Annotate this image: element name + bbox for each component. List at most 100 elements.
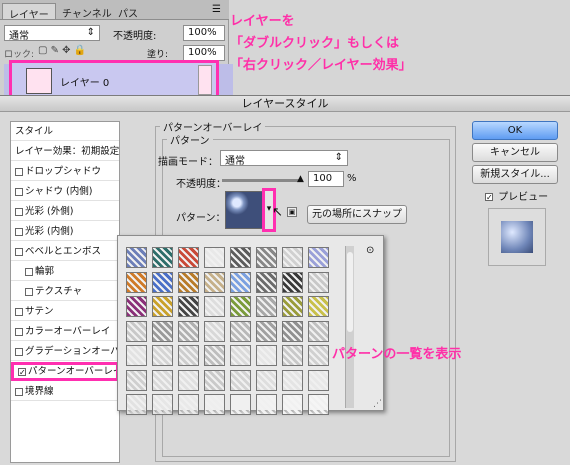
panel-menu-icon[interactable]: ☰ bbox=[212, 4, 221, 15]
dialog-blend-select[interactable]: 通常 ⇕ bbox=[220, 150, 348, 167]
pattern-swatch-item[interactable] bbox=[282, 369, 303, 391]
sidebar-item[interactable]: レイヤー効果：初期設定 bbox=[11, 142, 119, 161]
sidebar-checkbox[interactable] bbox=[15, 167, 23, 176]
pattern-swatch-item[interactable] bbox=[152, 345, 173, 366]
sidebar-item[interactable]: テクスチャ bbox=[11, 282, 119, 301]
tab-channels[interactable]: チャンネル bbox=[56, 3, 118, 20]
sidebar-checkbox[interactable] bbox=[15, 307, 23, 316]
pattern-swatch-item[interactable] bbox=[308, 345, 329, 366]
pattern-swatch-item[interactable] bbox=[204, 345, 225, 366]
sidebar-checkbox[interactable] bbox=[15, 387, 23, 396]
sidebar-item[interactable]: ベベルとエンボス bbox=[11, 242, 119, 261]
new-preset-icon[interactable]: ▣ bbox=[287, 207, 297, 217]
pattern-swatch-item[interactable] bbox=[126, 271, 147, 293]
sidebar-item[interactable]: スタイル bbox=[11, 122, 119, 141]
pattern-swatch-item[interactable] bbox=[126, 369, 147, 391]
pattern-swatch-item[interactable] bbox=[204, 296, 225, 317]
pattern-swatch-item[interactable] bbox=[256, 271, 277, 293]
preview-toggle[interactable]: ✓ プレビュー bbox=[485, 188, 548, 203]
tab-paths[interactable]: パス bbox=[112, 3, 144, 20]
pattern-swatch-item[interactable] bbox=[308, 369, 329, 391]
pattern-swatch-item[interactable] bbox=[308, 394, 329, 415]
picker-scrollbar[interactable] bbox=[345, 246, 354, 408]
pattern-swatch[interactable] bbox=[225, 191, 263, 229]
pattern-swatch-item[interactable] bbox=[178, 296, 199, 317]
opacity-slider-handle[interactable]: ▲ bbox=[297, 174, 304, 184]
pattern-swatch-item[interactable] bbox=[230, 345, 251, 366]
pattern-swatch-item[interactable] bbox=[282, 345, 303, 366]
pattern-swatch-item[interactable] bbox=[204, 369, 225, 391]
sidebar-item[interactable]: 輪郭 bbox=[11, 262, 119, 281]
pattern-swatch-item[interactable] bbox=[230, 320, 251, 342]
sidebar-item[interactable]: シャドウ (内側) bbox=[11, 182, 119, 201]
pattern-swatch-item[interactable] bbox=[230, 247, 251, 268]
pattern-swatch-item[interactable] bbox=[308, 296, 329, 317]
lock-icons[interactable]: ▢ ✎ ✥ 🔒 bbox=[38, 45, 86, 56]
fill-input[interactable]: 100% bbox=[183, 45, 225, 61]
pattern-swatch-item[interactable] bbox=[178, 271, 199, 293]
pattern-swatch-item[interactable] bbox=[178, 394, 199, 415]
sidebar-checkbox[interactable] bbox=[15, 227, 23, 236]
pattern-swatch-item[interactable] bbox=[308, 320, 329, 342]
opacity-slider-track[interactable] bbox=[222, 179, 300, 182]
pattern-swatch-item[interactable] bbox=[126, 296, 147, 317]
dialog-opacity-input[interactable]: 100 bbox=[308, 171, 344, 187]
sidebar-checkbox[interactable]: ✓ bbox=[18, 367, 26, 376]
pattern-swatch-item[interactable] bbox=[282, 247, 303, 268]
pattern-swatch-item[interactable] bbox=[230, 394, 251, 415]
pattern-swatch-item[interactable] bbox=[282, 296, 303, 317]
pattern-swatch-item[interactable] bbox=[256, 320, 277, 342]
pattern-swatch-item[interactable] bbox=[178, 247, 199, 268]
pattern-swatch-item[interactable] bbox=[152, 320, 173, 342]
picker-menu-icon[interactable]: ⊙ bbox=[366, 245, 374, 256]
pattern-swatch-item[interactable] bbox=[178, 345, 199, 366]
sidebar-checkbox[interactable] bbox=[25, 267, 33, 276]
pattern-swatch-item[interactable] bbox=[256, 247, 277, 268]
pattern-swatch-item[interactable] bbox=[204, 271, 225, 293]
preview-checkbox[interactable]: ✓ bbox=[485, 193, 493, 202]
sidebar-checkbox[interactable] bbox=[15, 327, 23, 336]
pattern-swatch-item[interactable] bbox=[204, 394, 225, 415]
pattern-swatch-item[interactable] bbox=[230, 369, 251, 391]
blend-mode-select[interactable]: 通常 ⇕ bbox=[4, 25, 100, 42]
ok-button[interactable]: OK bbox=[472, 121, 558, 140]
sidebar-item[interactable]: カラーオーバーレイ bbox=[11, 322, 119, 341]
sidebar-item[interactable]: 光彩 (内側) bbox=[11, 222, 119, 241]
layer-row[interactable]: レイヤー 0 bbox=[9, 60, 219, 98]
pattern-swatch-item[interactable] bbox=[152, 296, 173, 317]
sidebar-item[interactable]: ✓ パターンオーバーレイ bbox=[11, 362, 119, 381]
cancel-button[interactable]: キャンセル bbox=[472, 143, 558, 162]
snap-to-origin-button[interactable]: 元の場所にスナップ bbox=[307, 205, 407, 224]
pattern-swatch-item[interactable] bbox=[204, 320, 225, 342]
sidebar-checkbox[interactable] bbox=[25, 287, 33, 296]
pattern-swatch-item[interactable] bbox=[126, 394, 147, 415]
pattern-swatch-item[interactable] bbox=[256, 369, 277, 391]
pattern-swatch-item[interactable] bbox=[126, 345, 147, 366]
pattern-swatch-item[interactable] bbox=[256, 296, 277, 317]
pattern-swatch-item[interactable] bbox=[204, 247, 225, 268]
pattern-swatch-item[interactable] bbox=[152, 247, 173, 268]
pattern-swatch-item[interactable] bbox=[282, 320, 303, 342]
sidebar-item[interactable]: グラデーションオーバーレ bbox=[11, 342, 119, 361]
pattern-swatch-item[interactable] bbox=[152, 394, 173, 415]
pattern-swatch-item[interactable] bbox=[282, 394, 303, 415]
pattern-swatch-item[interactable] bbox=[126, 320, 147, 342]
pattern-swatch-item[interactable] bbox=[256, 394, 277, 415]
sidebar-checkbox[interactable] bbox=[15, 187, 23, 196]
scrollbar-thumb[interactable] bbox=[347, 252, 353, 332]
resize-grip-icon[interactable]: ⋰ bbox=[373, 399, 382, 409]
pattern-swatch-item[interactable] bbox=[178, 320, 199, 342]
new-style-button[interactable]: 新規スタイル... bbox=[472, 165, 558, 184]
pattern-swatch-item[interactable] bbox=[152, 369, 173, 391]
pattern-swatch-item[interactable] bbox=[230, 271, 251, 293]
tab-layers[interactable]: レイヤー bbox=[2, 3, 56, 21]
sidebar-checkbox[interactable] bbox=[15, 207, 23, 216]
opacity-input[interactable]: 100% bbox=[183, 25, 225, 41]
pattern-swatch-item[interactable] bbox=[126, 247, 147, 268]
sidebar-item[interactable]: 光彩 (外側) bbox=[11, 202, 119, 221]
pattern-swatch-item[interactable] bbox=[308, 271, 329, 293]
pattern-swatch-item[interactable] bbox=[152, 271, 173, 293]
sidebar-checkbox[interactable] bbox=[15, 247, 23, 256]
sidebar-item[interactable]: 境界線 bbox=[11, 382, 119, 401]
pattern-swatch-item[interactable] bbox=[256, 345, 277, 366]
